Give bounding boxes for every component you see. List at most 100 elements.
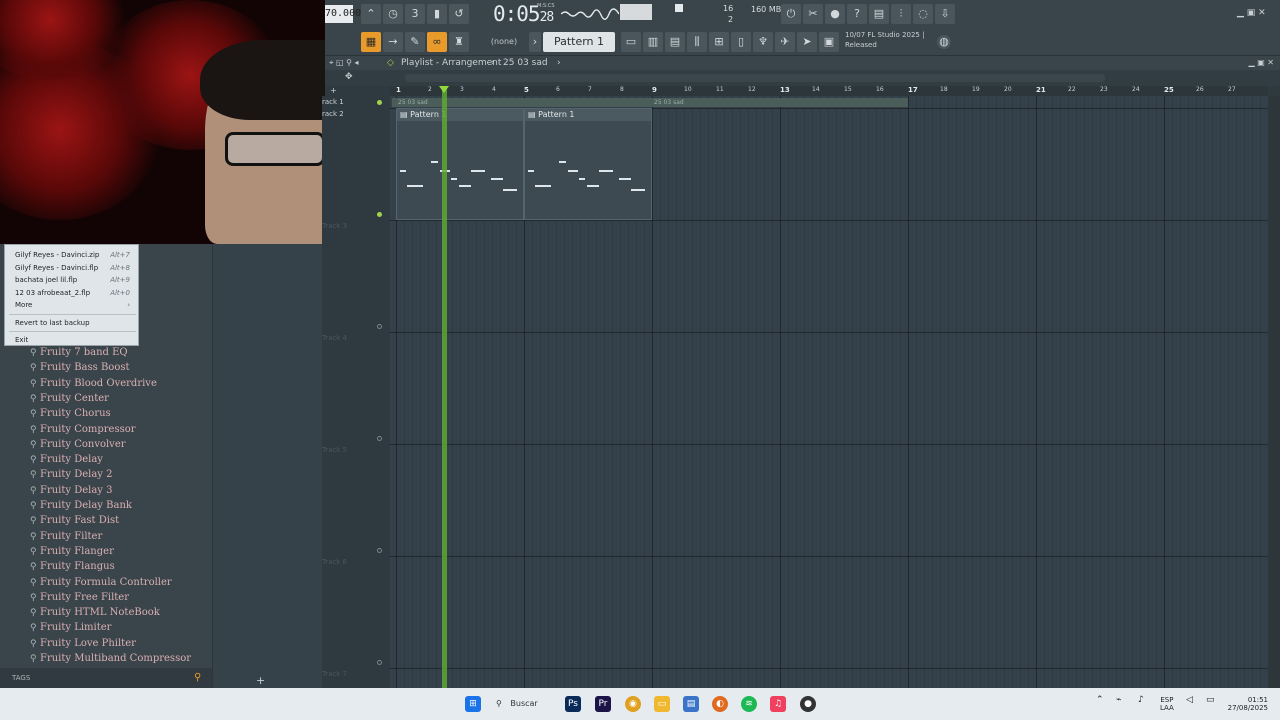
pattern-prev-icon[interactable]: ›	[529, 32, 541, 52]
menu-item-revert[interactable]: Revert to last backup	[5, 317, 140, 329]
pencil-icon[interactable]: ✎	[405, 32, 425, 52]
plugin-item[interactable]: ⚲ Fruity Blood Overdrive	[30, 376, 157, 391]
plugin-item[interactable]: ⚲ Fruity Free Filter	[30, 590, 129, 605]
arrow-icon[interactable]: →	[383, 32, 403, 52]
stamp-icon[interactable]: ♜	[449, 32, 469, 52]
premiere-icon[interactable]: Pr	[595, 696, 611, 712]
notepad-icon[interactable]: ▤	[683, 696, 699, 712]
plugin-picker-icon[interactable]: ➤	[797, 32, 817, 52]
spotify-icon[interactable]: ≋	[741, 696, 757, 712]
edison-icon[interactable]: ✈	[775, 32, 795, 52]
plugin-item[interactable]: ⚲ Fruity Formula Controller	[30, 575, 172, 590]
plugin-item[interactable]: ⚲ Fruity Delay 2	[30, 467, 113, 482]
app-icon[interactable]: ●	[800, 696, 816, 712]
track-name[interactable]: rack 1	[322, 98, 344, 106]
plugin-item[interactable]: ⚲ Fruity HTML NoteBook	[30, 605, 160, 620]
plugin-item[interactable]: ⚲ Fruity Chorus	[30, 406, 111, 421]
battery-icon[interactable]: ▭	[1206, 696, 1215, 705]
snap-icon[interactable]: ✥	[345, 72, 353, 82]
plugin-item[interactable]: ⚲ Fruity Flangus	[30, 559, 115, 574]
track-mute-icon[interactable]	[377, 548, 382, 553]
snap-select[interactable]: (none)	[480, 34, 528, 50]
plugin-item[interactable]: ⚲ Fruity Delay 3	[30, 483, 113, 498]
microphone-icon[interactable]: ●	[825, 4, 845, 24]
pattern-selector[interactable]: Pattern 1	[543, 32, 615, 52]
track-name[interactable]: Track 3	[322, 222, 347, 230]
globe-icon[interactable]: ◍	[937, 35, 951, 49]
track-mute-icon[interactable]	[377, 212, 382, 217]
add-button[interactable]: +	[256, 674, 265, 687]
play-mode-icon[interactable]: ◇	[387, 56, 394, 70]
add-track-icon[interactable]: +	[330, 86, 337, 95]
menu-item-recent-3[interactable]: bachata joel lil.flp Alt+9	[5, 274, 140, 286]
tuner-icon[interactable]: ♆	[753, 32, 773, 52]
track-mute-icon[interactable]	[377, 100, 382, 105]
horizontal-scrollbar[interactable]	[405, 74, 1105, 82]
menu-item-exit[interactable]: Exit	[5, 334, 140, 346]
pattern-clip[interactable]: ▤ Pattern 1	[396, 108, 524, 220]
timeline-ruler[interactable]: 1 2 3 4 5 6 7 8 9 10 11 12 13 14 15 16 17 18 19 20 21 22 23 24 2…	[390, 86, 1268, 96]
wait-input-icon[interactable]: ◷	[383, 4, 403, 24]
menu-item-recent-1[interactable]: Gilyf Reyes - Davinci.zip Alt+7	[5, 249, 140, 261]
chevron-up-icon[interactable]: ⌃	[1096, 696, 1104, 705]
music-icon[interactable]: ♫	[770, 696, 786, 712]
fl-studio-icon[interactable]: ◐	[712, 696, 728, 712]
track-mute-icon[interactable]	[377, 436, 382, 441]
plugin-item[interactable]: ⚲ Fruity 7 band EQ	[30, 345, 128, 360]
menu-item-more[interactable]: More ›	[5, 299, 140, 311]
save-icon[interactable]: ▤	[869, 4, 889, 24]
store-icon[interactable]: ▣	[819, 32, 839, 52]
plugin-item[interactable]: ⚲ Fruity Flanger	[30, 544, 114, 559]
track-mute-icon[interactable]	[377, 324, 382, 329]
track-name[interactable]: Track 5	[322, 446, 347, 454]
plugin-item[interactable]: ⚲ Fruity Limiter	[30, 620, 111, 635]
track-name[interactable]: Track 6	[322, 558, 347, 566]
speaker-icon[interactable]: ◁	[1186, 696, 1193, 705]
track-name[interactable]: Track 7	[322, 670, 347, 678]
playlist-window-controls[interactable]: ▁ ▣ ✕	[1249, 56, 1275, 70]
plugin-item[interactable]: ⚲ Fruity Convolver	[30, 437, 126, 452]
playlist-tools-icon[interactable]: ⌖ ◱ ⚲ ◂	[329, 56, 359, 70]
routing-icon[interactable]: ⊞	[709, 32, 729, 52]
chrome-icon[interactable]: ◉	[625, 696, 641, 712]
menu-item-recent-4[interactable]: 12 03 afrobeaat_2.flp Alt+0	[5, 287, 140, 299]
countdown-icon[interactable]: 3	[405, 4, 425, 24]
plugin-item[interactable]: ⚲ Fruity Filter	[30, 529, 102, 544]
microphone-tray-icon[interactable]: ♪	[1138, 696, 1144, 705]
file-explorer-icon[interactable]: ▭	[654, 696, 670, 712]
mixer-icon[interactable]: ⫶	[891, 4, 911, 24]
track-mute-icon[interactable]	[377, 660, 382, 665]
language-indicator[interactable]: ESP LAA	[1160, 696, 1174, 712]
playlist-icon[interactable]: ▭	[621, 32, 641, 52]
clock[interactable]: 01:51 27/08/2025	[1226, 696, 1268, 712]
help-icon[interactable]: ?	[847, 4, 867, 24]
piano-roll-icon[interactable]: ▦	[361, 32, 381, 52]
search-icon[interactable]: ⚲	[194, 672, 206, 684]
photoshop-icon[interactable]: Ps	[565, 696, 581, 712]
loop-record-icon[interactable]: ↺	[449, 4, 469, 24]
window-controls[interactable]: ▁ ▣ ✕	[1237, 8, 1266, 18]
tempo-display[interactable]: 70.000	[325, 5, 361, 23]
plugin-item[interactable]: ⚲ Fruity Center	[30, 391, 109, 406]
plugin-item[interactable]: ⚲ Fruity Bass Boost	[30, 360, 130, 375]
track-name[interactable]: Track 4	[322, 334, 347, 342]
windows-start-icon[interactable]: ⊞	[465, 696, 481, 712]
track-name[interactable]: rack 2	[322, 110, 344, 118]
plugin-item[interactable]: ⚲ Fruity Delay	[30, 452, 103, 467]
plugin-item[interactable]: ⚲ Fruity Love Philter	[30, 636, 136, 651]
chat-icon[interactable]: ◌	[913, 4, 933, 24]
channel-rack-icon[interactable]: ▥	[643, 32, 663, 52]
playhead-marker-icon[interactable]	[439, 86, 449, 93]
plugin-icon[interactable]: ▯	[731, 32, 751, 52]
breadcrumb[interactable]: 25 03 sad	[503, 56, 548, 70]
plugin-item[interactable]: ⚲ Fruity Multiband Compressor	[30, 651, 191, 666]
network-icon[interactable]: ⌁	[1116, 696, 1121, 705]
mixer-view-icon[interactable]: ⫼	[687, 32, 707, 52]
piano-icon[interactable]: ▤	[665, 32, 685, 52]
pattern-clip[interactable]: ▤ Pattern 1	[524, 108, 652, 220]
cut-icon[interactable]: ✂	[803, 4, 823, 24]
playhead[interactable]	[442, 86, 447, 688]
step-edit-icon[interactable]: ▮	[427, 4, 447, 24]
plugin-item[interactable]: ⚲ Fruity Delay Bank	[30, 498, 132, 513]
download-icon[interactable]: ⇩	[935, 4, 955, 24]
